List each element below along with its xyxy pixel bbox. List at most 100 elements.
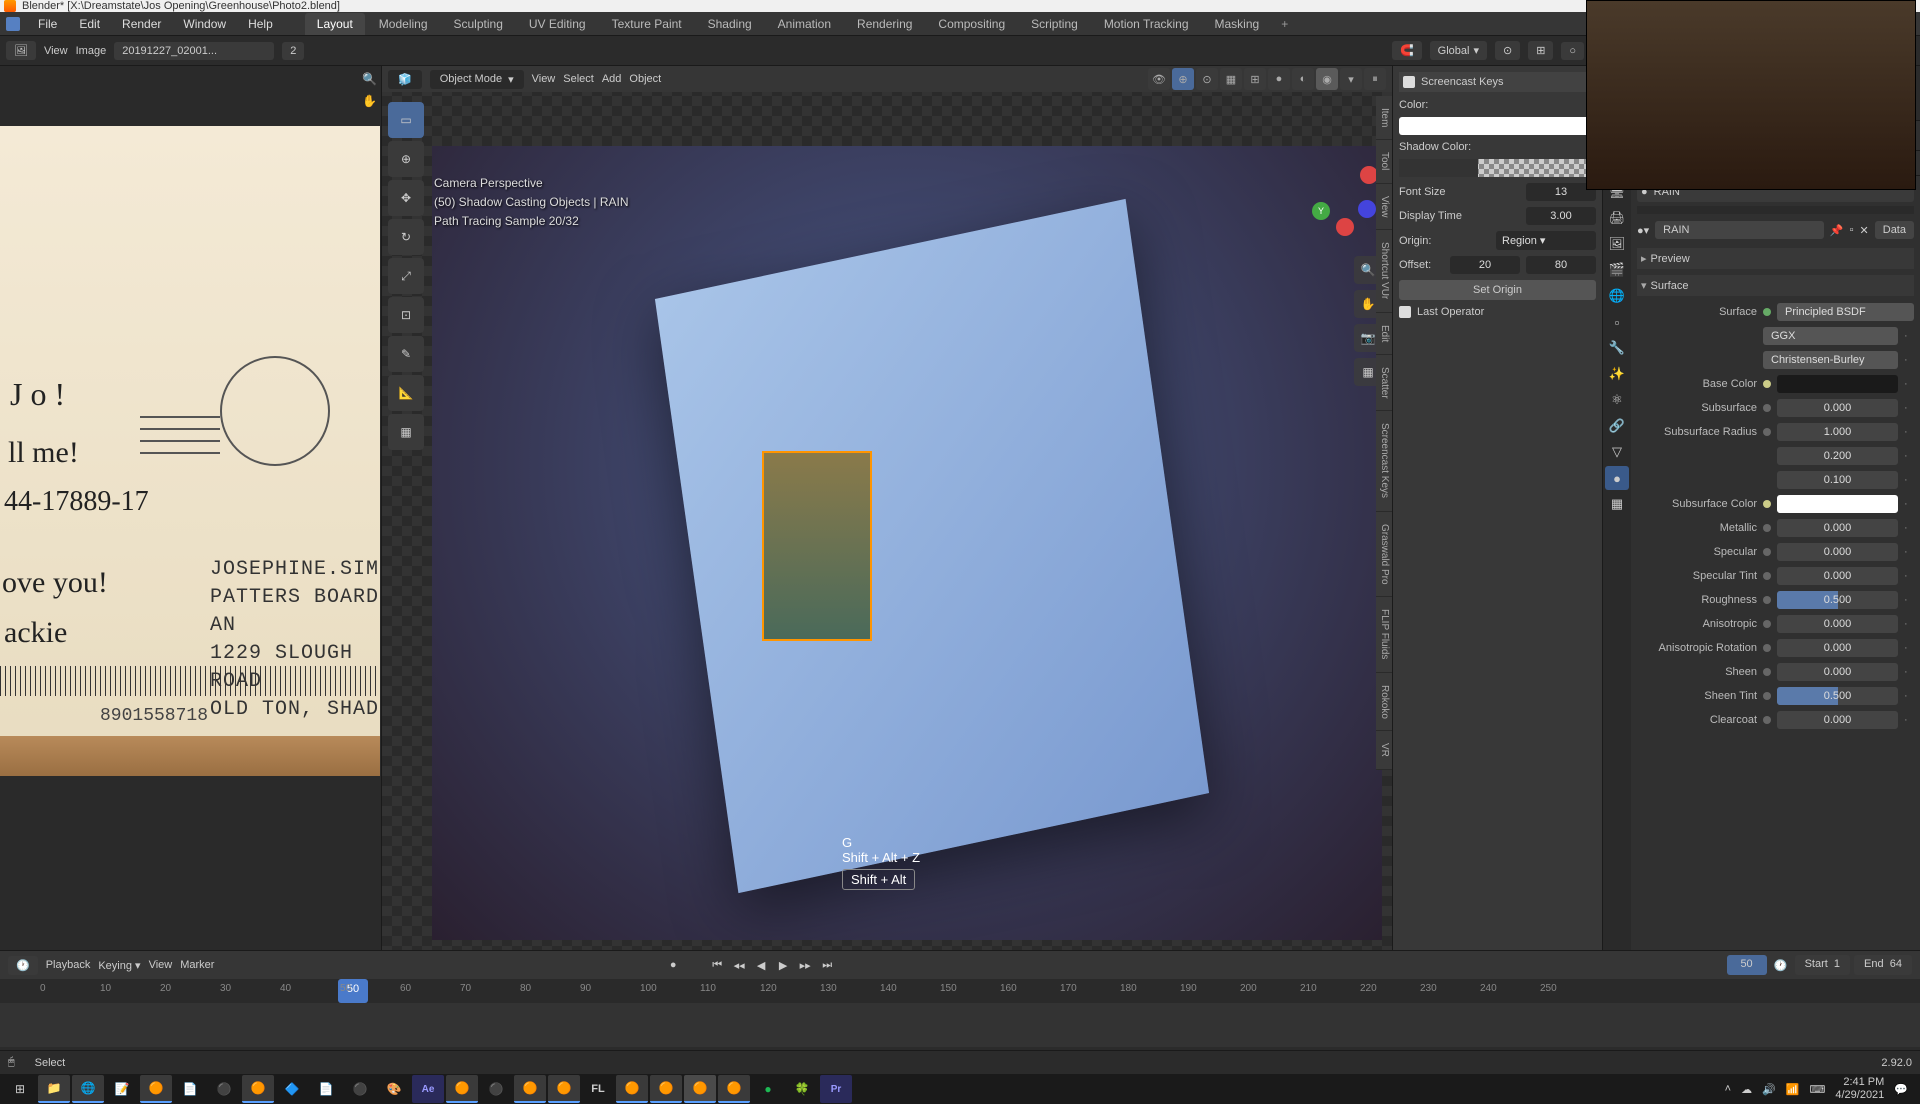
tool-annotate[interactable]: ✎: [388, 336, 424, 372]
tool-transform[interactable]: ⊡: [388, 297, 424, 333]
taskbar-blender[interactable]: 🟠: [718, 1075, 750, 1103]
workspace-tab-uv-editing[interactable]: UV Editing: [517, 13, 598, 35]
tab-physics[interactable]: ⚛: [1605, 388, 1629, 412]
proportional-edit[interactable]: ○: [1561, 42, 1584, 60]
socket-dot-icon[interactable]: [1763, 500, 1771, 508]
taskbar-blender[interactable]: 🟠: [446, 1075, 478, 1103]
socket-dot-icon[interactable]: [1763, 404, 1771, 412]
tab-data[interactable]: ▽: [1605, 440, 1629, 464]
tab-scene[interactable]: 🎬: [1605, 258, 1629, 282]
play-button[interactable]: ▶: [773, 955, 793, 975]
play-reverse-button[interactable]: ◀: [751, 955, 771, 975]
playback-menu[interactable]: Playback: [46, 959, 91, 971]
tab-constraints[interactable]: 🔗: [1605, 414, 1629, 438]
jump-end-button[interactable]: ⏭: [817, 955, 837, 975]
taskbar-krita[interactable]: 🎨: [378, 1075, 410, 1103]
socket-dot-icon[interactable]: [1763, 380, 1771, 388]
socket-dot-icon[interactable]: [1763, 596, 1771, 604]
workspace-tab-sculpting[interactable]: Sculpting: [442, 13, 515, 35]
shading-solid[interactable]: ●: [1268, 68, 1290, 90]
tool-scale[interactable]: ⤢: [388, 258, 424, 294]
distribution-selector[interactable]: GGX: [1763, 327, 1898, 345]
preview-panel-header[interactable]: ▸Preview: [1637, 248, 1914, 269]
tool-measure[interactable]: 📐: [388, 375, 424, 411]
orientation-selector[interactable]: Global ▾: [1430, 41, 1487, 60]
gizmo-toggle[interactable]: ⊕: [1172, 68, 1194, 90]
prop-driver-icon[interactable]: ·: [1904, 522, 1914, 534]
taskbar-blender-current[interactable]: 🟠: [684, 1075, 716, 1103]
set-origin-button[interactable]: Set Origin: [1399, 280, 1596, 300]
taskbar-blender[interactable]: 🟠: [548, 1075, 580, 1103]
taskbar-app[interactable]: 🍀: [786, 1075, 818, 1103]
header-view[interactable]: View: [44, 45, 68, 57]
taskbar-app[interactable]: 📄: [310, 1075, 342, 1103]
color-value[interactable]: [1777, 495, 1898, 513]
socket-dot-icon[interactable]: [1763, 524, 1771, 532]
sss-method-selector[interactable]: Christensen-Burley: [1763, 351, 1898, 369]
socket-dot-icon[interactable]: [1763, 548, 1771, 556]
material-link-selector[interactable]: Data: [1875, 221, 1914, 239]
header-image[interactable]: Image: [76, 45, 107, 57]
taskbar-fl[interactable]: FL: [582, 1075, 614, 1103]
tool-move[interactable]: ✥: [388, 180, 424, 216]
tab-modifiers[interactable]: 🔧: [1605, 336, 1629, 360]
menu-help[interactable]: Help: [238, 15, 283, 33]
taskbar-app[interactable]: 📝: [106, 1075, 138, 1103]
marker-menu[interactable]: Marker: [180, 959, 214, 971]
tab-viewlayer[interactable]: 🖼: [1605, 232, 1629, 256]
workspace-tab-modeling[interactable]: Modeling: [367, 13, 440, 35]
offset-y[interactable]: 80: [1526, 256, 1596, 274]
npanel-tab-view[interactable]: View: [1376, 184, 1392, 231]
autokey-button[interactable]: ●: [663, 955, 683, 975]
taskbar-blender[interactable]: 🟠: [514, 1075, 546, 1103]
gizmo-neg-z[interactable]: [1336, 218, 1354, 236]
menu-edit[interactable]: Edit: [69, 15, 110, 33]
material-list[interactable]: [1637, 206, 1914, 214]
timeline-ruler[interactable]: 50 0102030405060708090100110120130140150…: [0, 979, 1920, 1003]
taskbar-spotify[interactable]: ●: [752, 1075, 784, 1103]
selectability-toggle[interactable]: 👁: [1148, 68, 1170, 90]
add-workspace-button[interactable]: +: [1273, 15, 1296, 33]
workspace-tab-compositing[interactable]: Compositing: [926, 13, 1017, 35]
gizmo-x[interactable]: [1358, 200, 1376, 218]
value-slider[interactable]: 0.500: [1777, 687, 1898, 705]
end-frame[interactable]: End 64: [1854, 955, 1912, 975]
tool-select[interactable]: ▭: [388, 102, 424, 138]
prop-driver-icon[interactable]: ·: [1904, 546, 1914, 558]
pivot-selector[interactable]: ⊙: [1495, 41, 1520, 60]
tray-wifi-icon[interactable]: 📶: [1786, 1083, 1800, 1096]
npanel-tab-vr[interactable]: VR: [1376, 731, 1392, 770]
socket-dot-icon[interactable]: [1763, 644, 1771, 652]
npanel-tab-screencast-keys[interactable]: Screencast Keys: [1376, 411, 1392, 511]
taskbar-obs[interactable]: ⚫: [208, 1075, 240, 1103]
prop-driver-icon[interactable]: ·: [1904, 426, 1914, 438]
value-slider[interactable]: 0.000: [1777, 543, 1898, 561]
gizmo-y[interactable]: Y: [1312, 202, 1330, 220]
npanel-tab-tool[interactable]: Tool: [1376, 140, 1392, 183]
value-slider[interactable]: 0.200: [1777, 447, 1898, 465]
overlay-toggle[interactable]: ⊙: [1196, 68, 1218, 90]
taskbar-app[interactable]: ⚫: [480, 1075, 512, 1103]
zoom-icon[interactable]: 🔍: [362, 72, 377, 86]
shading-dropdown[interactable]: ▾: [1340, 68, 1362, 90]
value-slider[interactable]: 0.000: [1777, 567, 1898, 585]
taskbar-app[interactable]: ⚫: [344, 1075, 376, 1103]
value-slider[interactable]: 1.000: [1777, 423, 1898, 441]
panel-enable-checkbox[interactable]: [1403, 76, 1415, 88]
socket-dot-icon[interactable]: [1763, 716, 1771, 724]
shading-matcap[interactable]: ◐: [1292, 68, 1314, 90]
value-slider[interactable]: 0.000: [1777, 615, 1898, 633]
workspace-tab-layout[interactable]: Layout: [305, 13, 365, 35]
mode-selector[interactable]: Object Mode ▾: [430, 70, 524, 89]
workspace-tab-masking[interactable]: Masking: [1203, 13, 1272, 35]
panel-header[interactable]: Screencast Keys: [1399, 72, 1596, 92]
workspace-tab-shading[interactable]: Shading: [696, 13, 764, 35]
nav-gizmo[interactable]: Y: [1312, 166, 1382, 236]
npanel-tab-flip-fluids[interactable]: FLIP Fluids: [1376, 597, 1392, 672]
timeline-editor[interactable]: 🕐 Playback Keying ▾ View Marker ● ⏮ ◂◂ ◀…: [0, 950, 1920, 1050]
prev-keyframe-button[interactable]: ◂◂: [729, 955, 749, 975]
value-slider[interactable]: 0.000: [1777, 639, 1898, 657]
socket-dot-icon[interactable]: [1763, 668, 1771, 676]
color-swatch[interactable]: [1399, 117, 1596, 135]
workspace-tab-motion-tracking[interactable]: Motion Tracking: [1092, 13, 1201, 35]
